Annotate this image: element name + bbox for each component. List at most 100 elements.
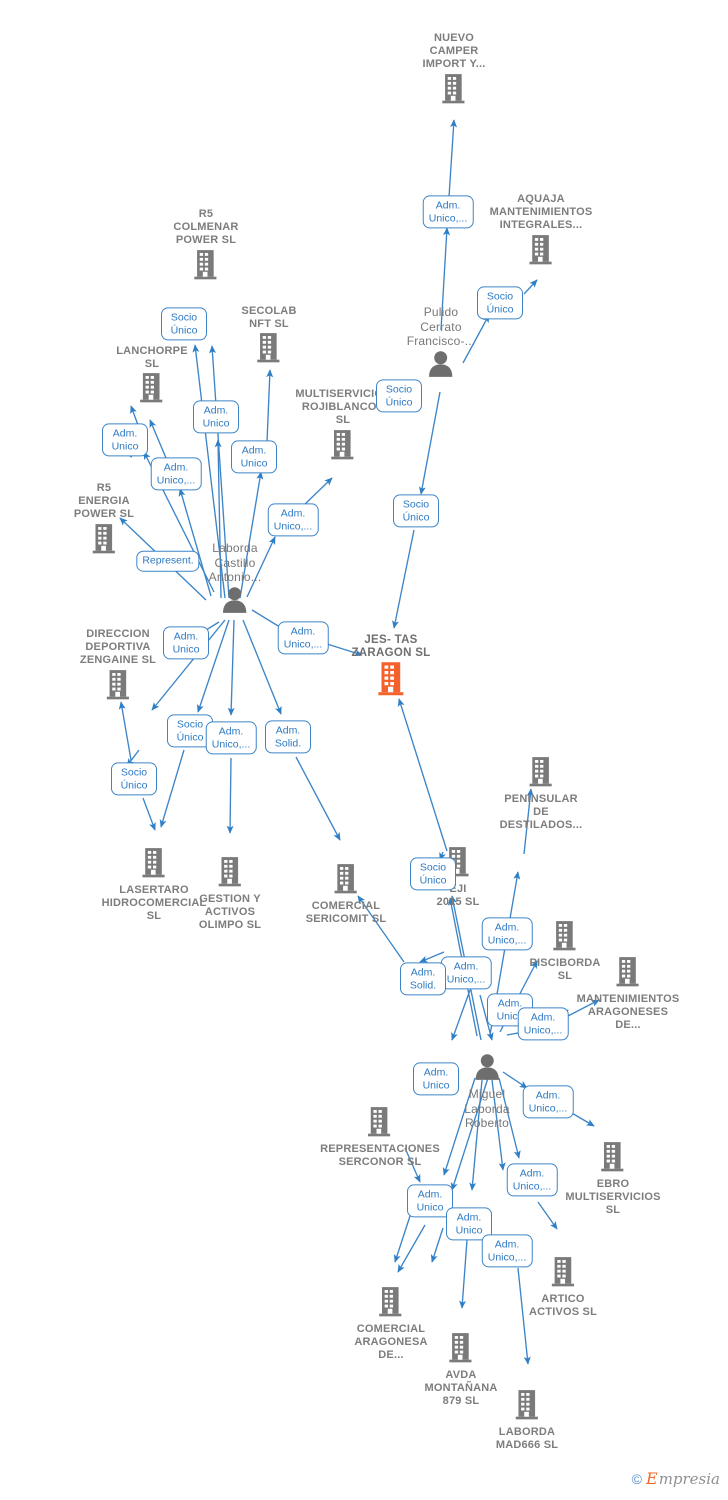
relation-label[interactable]: Adm. Unico,... xyxy=(150,457,202,491)
building-icon-wrap xyxy=(422,73,485,109)
relation-label[interactable]: Adm. Unico,... xyxy=(517,1007,569,1041)
relation-label[interactable]: Adm. Unico xyxy=(102,423,148,457)
brand-initial: E xyxy=(646,1469,658,1488)
building-icon xyxy=(257,333,280,363)
company-node[interactable]: EBRO MULTISERVICIOS SL xyxy=(565,1140,660,1218)
building-icon-wrap xyxy=(320,1106,440,1142)
relation-label[interactable]: Adm. Solid. xyxy=(400,962,446,996)
building-icon xyxy=(368,1107,391,1137)
node-label: Laborda Castillo Antonio... xyxy=(208,541,262,584)
person-node[interactable]: Pulido Cerrato Francisco-... xyxy=(407,305,476,383)
relation-label[interactable]: Adm. Unico,... xyxy=(267,503,319,537)
relation-label[interactable]: Adm. Unico,... xyxy=(522,1085,574,1119)
relation-label[interactable]: Adm. Unico xyxy=(231,440,277,474)
building-icon-wrap xyxy=(295,429,390,465)
building-icon xyxy=(92,523,115,553)
focus-company-node[interactable]: JES- TAS ZARAGON SL xyxy=(351,634,430,701)
node-label: COMERCIAL ARAGONESA DE... xyxy=(354,1323,428,1362)
company-node[interactable]: LANCHORPE SL xyxy=(116,345,188,408)
building-icon xyxy=(529,234,552,264)
node-label: AVDA MONTAÑANA 879 SL xyxy=(424,1369,498,1408)
person-icon xyxy=(223,586,247,613)
building-icon xyxy=(218,857,241,887)
person-icon xyxy=(475,1054,499,1080)
node-label: SECOLAB NFT SL xyxy=(241,305,297,331)
building-icon xyxy=(601,1142,624,1172)
node-label: AQUAJA MANTENIMIENTOS INTEGRALES... xyxy=(489,193,593,232)
building-icon xyxy=(379,1287,402,1317)
relation-label[interactable]: Adm. Unico,... xyxy=(506,1163,558,1197)
company-node[interactable]: SECOLAB NFT SL xyxy=(241,305,296,368)
company-node[interactable]: LASERTARO HIDROCOMERCIAL SL xyxy=(102,846,207,924)
relation-label[interactable]: Adm. Unico,... xyxy=(440,956,492,990)
relation-label[interactable]: Adm. Unico,... xyxy=(481,1234,533,1268)
building-icon-wrap xyxy=(565,1141,660,1177)
relation-label[interactable]: Socio Único xyxy=(410,857,456,891)
person-node[interactable]: Laborda Castillo Antonio... xyxy=(209,541,262,619)
relation-label[interactable]: Represent. xyxy=(136,550,200,572)
brand-name: mpresia xyxy=(658,1469,720,1488)
node-label: LABORDA MAD666 SL xyxy=(495,1426,559,1452)
building-icon xyxy=(140,373,163,403)
relation-label[interactable]: Adm. Unico xyxy=(193,400,239,434)
node-label: Pulido Cerrato Francisco-... xyxy=(406,305,476,348)
relation-label[interactable]: Adm. Unico,... xyxy=(422,195,474,229)
company-node[interactable]: REPRESENTACIONES SERCONOR SL xyxy=(320,1105,440,1169)
node-label: EBRO MULTISERVICIOS SL xyxy=(565,1178,661,1217)
node-label: PENINSULAR DE DESTILADOS... xyxy=(499,793,583,832)
node-label: ARTICO ACTIVOS SL xyxy=(528,1293,598,1319)
building-icon xyxy=(334,864,357,894)
company-node[interactable]: AVDA MONTAÑANA 879 SL xyxy=(424,1331,497,1409)
relation-label[interactable]: Adm. Unico,... xyxy=(481,917,533,951)
node-label: R5 ENERGIA POWER SL xyxy=(73,482,135,521)
company-node[interactable]: ARTICO ACTIVOS SL xyxy=(529,1255,597,1319)
relation-label[interactable]: Socio Único xyxy=(393,494,439,528)
relation-label[interactable]: Adm. Solid. xyxy=(265,720,311,754)
building-icon-wrap xyxy=(173,249,238,285)
building-icon xyxy=(377,662,403,696)
building-icon-wrap xyxy=(577,956,680,992)
relation-label[interactable]: Adm. Unico xyxy=(413,1062,459,1096)
company-node[interactable]: PENINSULAR DE DESTILADOS... xyxy=(500,755,583,833)
company-node[interactable]: LABORDA MAD666 SL xyxy=(496,1388,558,1452)
copyright-icon: © xyxy=(631,1470,642,1487)
node-label: MANTENIMIENTOS ARAGONESES DE... xyxy=(576,993,680,1032)
company-node[interactable]: R5 ENERGIA POWER SL xyxy=(74,482,134,559)
company-node[interactable]: NUEVO CAMPER IMPORT Y... xyxy=(422,32,485,109)
building-icon-wrap xyxy=(351,661,430,701)
node-label: COMERCIAL SERICOMIT SL xyxy=(305,900,387,926)
company-node[interactable]: COMERCIAL ARAGONESA DE... xyxy=(354,1285,427,1363)
building-icon-wrap xyxy=(529,1256,597,1292)
company-node[interactable]: MANTENIMIENTOS ARAGONESES DE... xyxy=(577,955,680,1033)
company-node[interactable]: DIRECCION DEPORTIVA ZENGAINE SL xyxy=(80,628,156,705)
company-node[interactable]: COMERCIAL SERICOMIT SL xyxy=(306,862,387,926)
node-label: NUEVO CAMPER IMPORT Y... xyxy=(422,32,486,71)
relation-label[interactable]: Socio Único xyxy=(376,379,422,413)
building-icon xyxy=(551,1257,574,1287)
relation-label[interactable]: Adm. Unico xyxy=(163,626,209,660)
relation-label[interactable]: Adm. Unico,... xyxy=(205,721,257,755)
building-icon xyxy=(106,669,129,699)
node-label: GESTION Y ACTIVOS OLIMPO SL xyxy=(198,893,262,932)
building-icon-wrap xyxy=(496,1389,558,1425)
company-node[interactable]: GESTION Y ACTIVOS OLIMPO SL xyxy=(199,855,261,933)
building-icon-wrap xyxy=(116,372,187,408)
building-icon-wrap xyxy=(500,756,583,792)
node-label: LANCHORPE SL xyxy=(116,345,188,371)
node-label: REPRESENTACIONES SERCONOR SL xyxy=(320,1143,440,1169)
company-node[interactable]: AQUAJA MANTENIMIENTOS INTEGRALES... xyxy=(490,193,593,270)
relation-label[interactable]: Socio Único xyxy=(161,307,207,341)
building-icon xyxy=(142,848,165,878)
relation-label[interactable]: Adm. Unico,... xyxy=(277,621,329,655)
building-icon xyxy=(331,429,354,459)
relationship-edges xyxy=(114,119,600,1365)
company-node[interactable]: R5 COLMENAR POWER SL xyxy=(173,208,238,285)
node-label: JES- TAS ZARAGON SL xyxy=(351,634,431,660)
person-node[interactable]: Miguel Laborda Roberto xyxy=(464,1052,510,1131)
watermark: © E mpresia xyxy=(632,1469,720,1488)
person-icon-wrap xyxy=(464,1053,509,1086)
building-icon-wrap xyxy=(74,523,134,559)
building-icon-wrap xyxy=(306,863,387,899)
relation-label[interactable]: Socio Único xyxy=(477,286,523,320)
relation-label[interactable]: Socio Único xyxy=(111,762,157,796)
